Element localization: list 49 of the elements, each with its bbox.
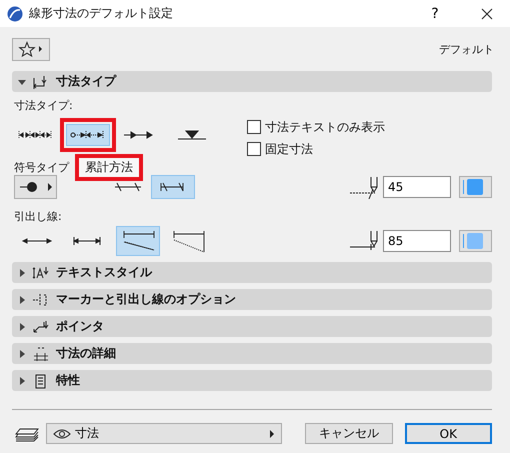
section-icon [32,264,50,280]
section-header[interactable]: 寸法タイプ [12,71,492,92]
section-title: マーカーと引出し線のオプション [56,291,236,308]
section-header[interactable]: 特性 [12,370,492,391]
ok-button[interactable]: OK [404,423,492,444]
section-icon [32,318,50,334]
checkbox[interactable]: 寸法テキストのみ表示 [247,118,385,136]
option-button[interactable] [66,124,110,146]
dot-marker-icon [18,181,54,193]
section-icon [32,346,50,362]
section-header[interactable]: テキストスタイル [12,262,492,283]
collapsed-triangle-icon [18,376,26,384]
section-header[interactable]: 寸法の詳細 [12,343,492,364]
size-field[interactable]: 45 [383,176,451,198]
field-label: 寸法タイプ: [14,98,74,114]
window-title: 線形寸法のデフォルト設定 [29,5,173,22]
pen-color-button[interactable] [459,176,492,198]
expanded-triangle-icon [18,78,26,86]
layers-icon [14,426,40,442]
option-button[interactable] [151,175,195,199]
option-button[interactable] [116,226,160,256]
section-title: 寸法タイプ [56,73,116,90]
collapsed-triangle-icon [18,296,26,304]
favorites-button[interactable] [12,38,50,60]
help-button[interactable]: ? [412,0,458,27]
size-field[interactable]: 85 [383,230,451,252]
field-label: 符号タイプ [14,160,69,174]
section-title: 寸法の詳細 [56,345,116,362]
close-icon [481,8,493,20]
marker-dropdown[interactable] [14,175,57,199]
collapsed-triangle-icon [18,350,26,358]
caret-icon [269,430,276,438]
collapsed-triangle-icon [18,268,26,276]
section-header[interactable]: ポインタ [12,316,492,337]
section-title: 特性 [56,372,80,389]
app-logo-icon [7,6,23,22]
tooltip: 累計方法 [78,157,140,178]
pen-color-button[interactable] [459,230,492,252]
field-label: 引出し線: [14,209,63,225]
preset-name: デフォルト [439,42,494,56]
section-header[interactable]: マーカーと引出し線のオプション [12,289,492,310]
cancel-button[interactable]: キャンセル [305,423,393,444]
star-icon [18,41,44,57]
layer-dropdown[interactable]: 寸法 [46,423,282,444]
eye-icon [53,428,71,440]
collapsed-triangle-icon [18,322,26,330]
checkbox[interactable]: 固定寸法 [247,140,385,158]
section-title: テキストスタイル [56,264,152,281]
section-title: ポインタ [56,318,104,335]
